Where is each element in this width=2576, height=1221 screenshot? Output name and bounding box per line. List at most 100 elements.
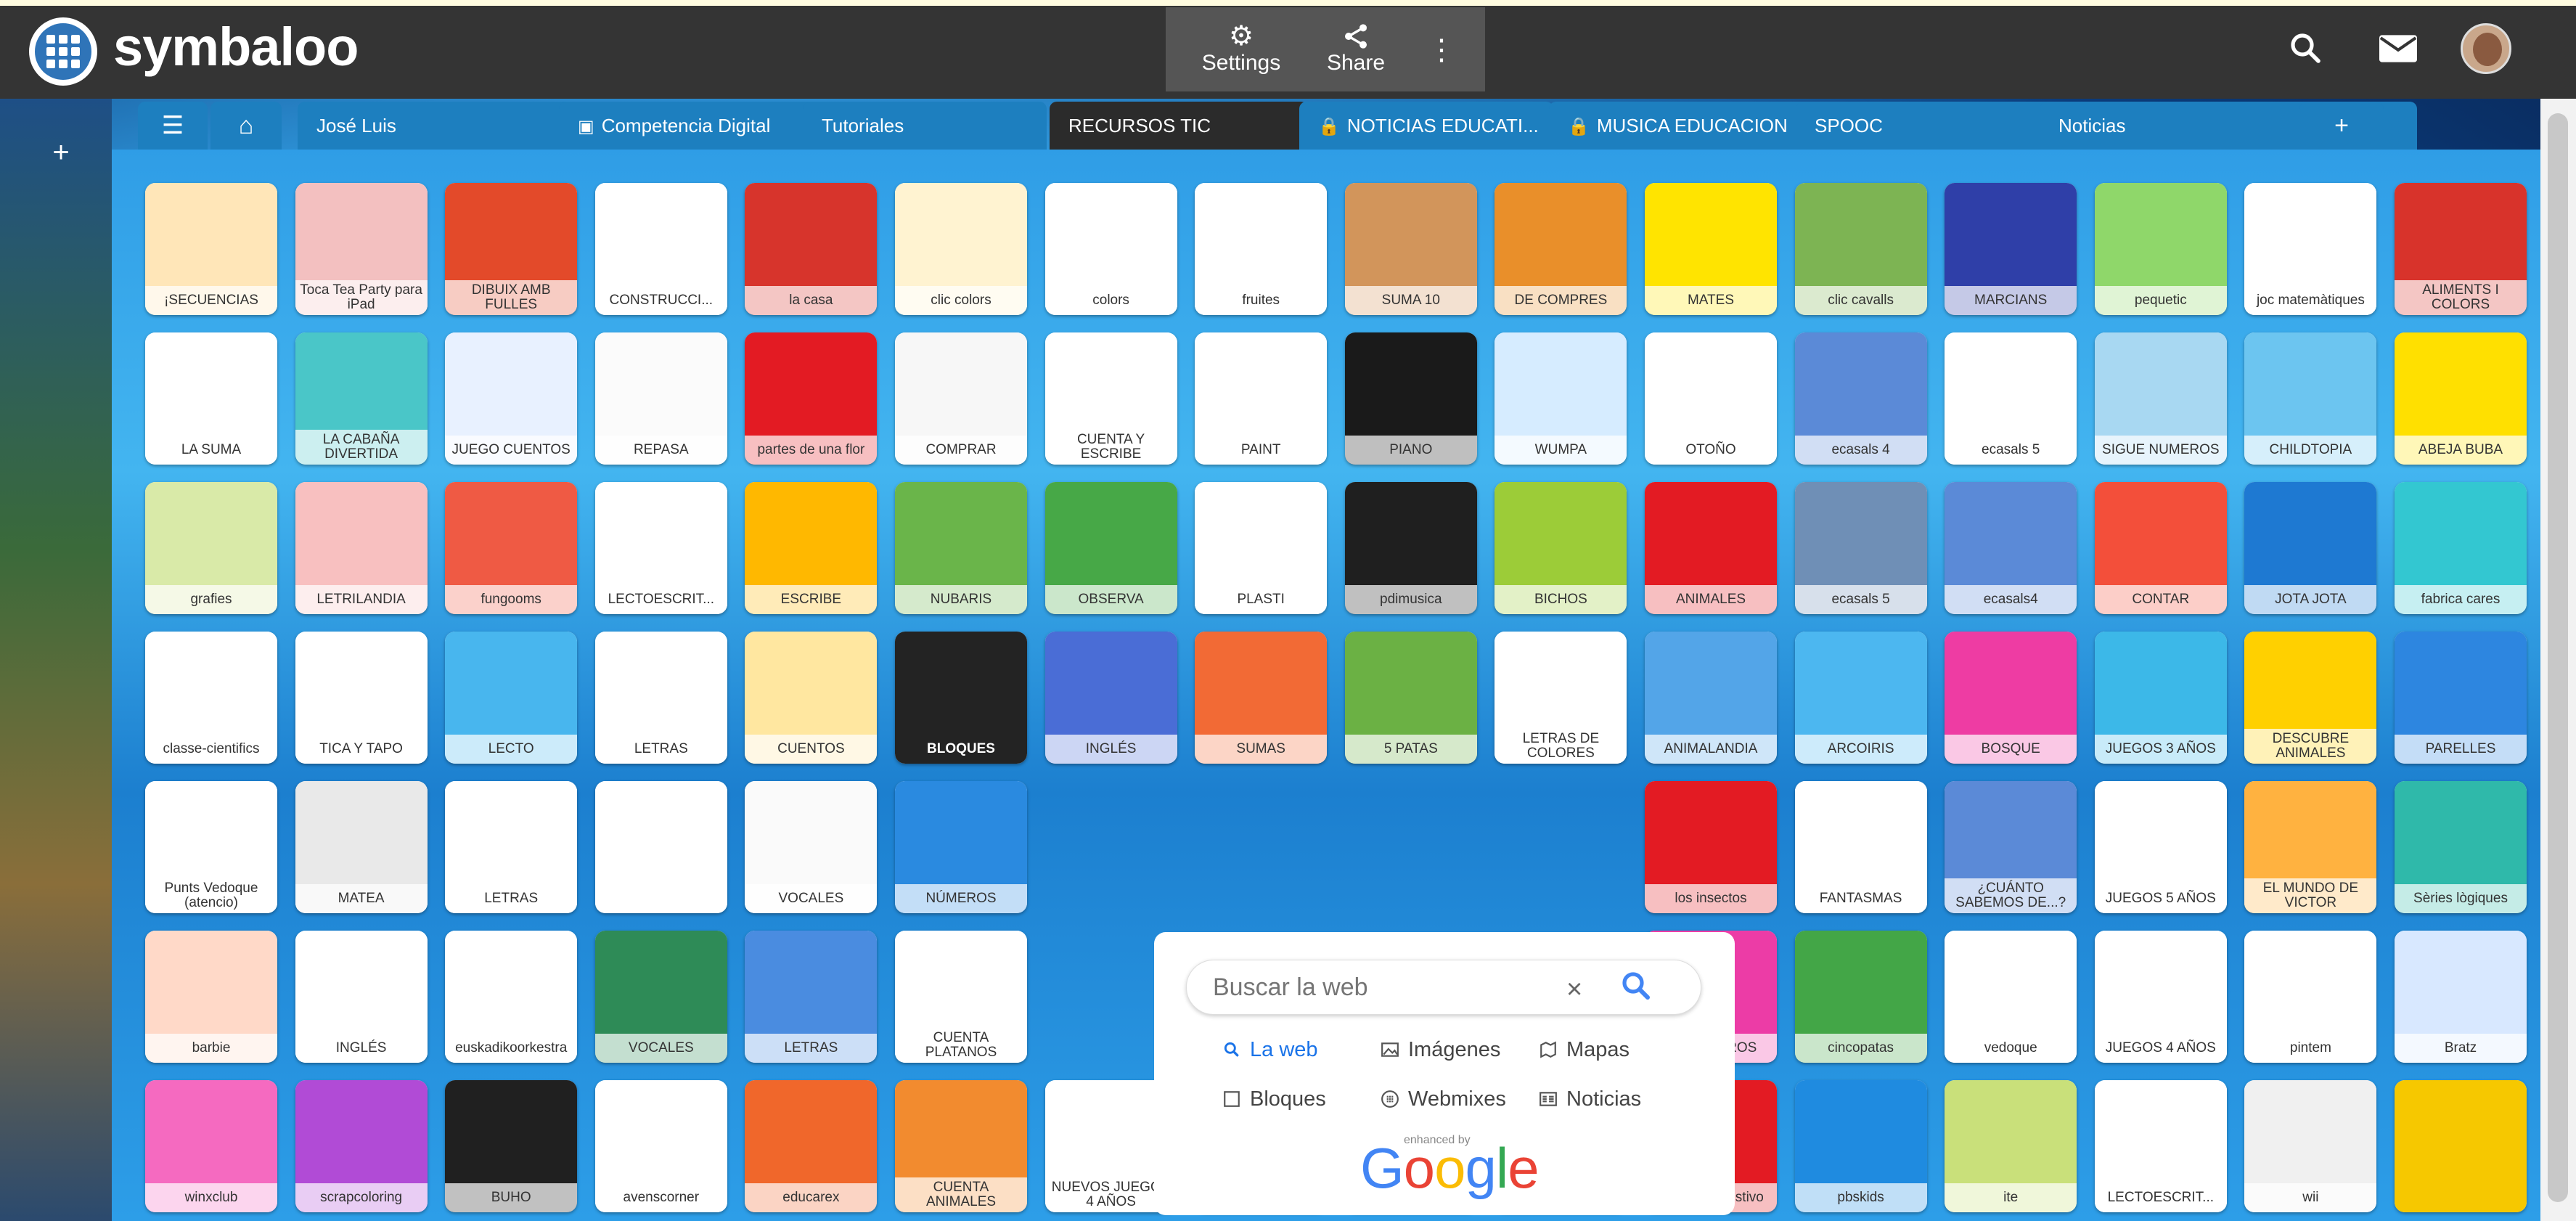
- tile[interactable]: OBSERVA: [1044, 482, 1177, 614]
- tile[interactable]: CUENTOS: [745, 632, 878, 764]
- tile[interactable]: PIANO: [1344, 332, 1477, 465]
- tile[interactable]: PAINT: [1195, 332, 1328, 465]
- tile[interactable]: Punts Vedoque (atencio): [145, 781, 277, 913]
- tile[interactable]: MATES: [1645, 183, 1777, 315]
- tile[interactable]: SUMAS: [1195, 632, 1328, 764]
- tile[interactable]: MATEA: [295, 781, 428, 913]
- tile[interactable]: ecasals 5: [1794, 482, 1927, 614]
- tile[interactable]: JOTA JOTA: [2244, 482, 2377, 614]
- tile[interactable]: scrapcoloring: [295, 1080, 428, 1212]
- tile[interactable]: clic colors: [895, 183, 1027, 315]
- tile[interactable]: cincopatas: [1794, 931, 1927, 1063]
- tile[interactable]: avenscorner: [594, 1080, 727, 1212]
- tile[interactable]: JUEGOS 4 AÑOS: [2094, 931, 2227, 1063]
- more-icon[interactable]: ⋮: [1427, 33, 1456, 67]
- tile[interactable]: INGLÉS: [1044, 632, 1177, 764]
- add-tab-button[interactable]: +: [2299, 102, 2384, 150]
- tile[interactable]: grafies: [145, 482, 277, 614]
- tile[interactable]: NÚMEROS: [895, 781, 1027, 913]
- tile[interactable]: TICA Y TAPO: [295, 632, 428, 764]
- tile[interactable]: FANTASMAS: [1794, 781, 1927, 913]
- tile[interactable]: REPASA: [594, 332, 727, 465]
- list-view-icon[interactable]: ☰: [138, 102, 208, 150]
- tile[interactable]: ANIMALANDIA: [1645, 632, 1777, 764]
- tile[interactable]: JUEGO CUENTOS: [445, 332, 578, 465]
- tile[interactable]: ecasals4: [1945, 482, 2077, 614]
- tile[interactable]: LETRILANDIA: [295, 482, 428, 614]
- tile[interactable]: fungooms: [445, 482, 578, 614]
- tile[interactable]: JUEGOS 5 AÑOS: [2094, 781, 2227, 913]
- tile[interactable]: SIGUE NUMEROS: [2094, 332, 2227, 465]
- tile[interactable]: [2395, 1080, 2527, 1212]
- tile[interactable]: BUHO: [445, 1080, 578, 1212]
- tile[interactable]: LECTOESCRIT...: [594, 482, 727, 614]
- search-option-web[interactable]: La web: [1222, 1038, 1318, 1062]
- tile[interactable]: los insectos: [1645, 781, 1777, 913]
- tile[interactable]: CONSTRUCCI...: [594, 183, 727, 315]
- tab-noticias-educati[interactable]: 🔒 NOTICIAS EDUCATI...: [1299, 102, 1553, 150]
- tab-tutoriales[interactable]: Tutoriales: [803, 102, 1047, 150]
- search-icon[interactable]: [2288, 30, 2323, 65]
- tile[interactable]: fruites: [1195, 183, 1328, 315]
- home-icon[interactable]: ⌂: [210, 102, 282, 150]
- search-icon[interactable]: [1619, 968, 1653, 1003]
- tile[interactable]: clic cavalls: [1794, 183, 1927, 315]
- tile[interactable]: COMPRAR: [895, 332, 1027, 465]
- tile[interactable]: la casa: [745, 183, 878, 315]
- tile[interactable]: pintem: [2244, 931, 2377, 1063]
- avatar[interactable]: [2461, 23, 2511, 74]
- tile[interactable]: classe-cientifics: [145, 632, 277, 764]
- search-option-webmixes[interactable]: Webmixes: [1381, 1087, 1506, 1111]
- tile[interactable]: OTOÑO: [1645, 332, 1777, 465]
- search-option-maps[interactable]: Mapas: [1539, 1038, 1630, 1062]
- tile[interactable]: NUBARIS: [895, 482, 1027, 614]
- search-option-images[interactable]: Imágenes: [1381, 1038, 1500, 1062]
- tile[interactable]: DIBUIX AMB FULLES: [445, 183, 578, 315]
- tile[interactable]: pdimusica: [1344, 482, 1477, 614]
- tile[interactable]: DESCUBRE ANIMALES: [2244, 632, 2377, 764]
- settings-button[interactable]: ⚙ Settings: [1198, 22, 1285, 75]
- tile[interactable]: barbie: [145, 931, 277, 1063]
- mail-icon[interactable]: [2379, 35, 2417, 62]
- tile[interactable]: ¿CUÁNTO SABEMOS DE...?: [1945, 781, 2077, 913]
- tile[interactable]: ALIMENTS I COLORS: [2395, 183, 2527, 315]
- tile[interactable]: LECTO: [445, 632, 578, 764]
- tile[interactable]: BICHOS: [1495, 482, 1627, 614]
- tile[interactable]: LA SUMA: [145, 332, 277, 465]
- tile[interactable]: EL MUNDO DE VICTOR: [2244, 781, 2377, 913]
- tile[interactable]: BOSQUE: [1945, 632, 2077, 764]
- tile[interactable]: JUEGOS 3 AÑOS: [2094, 632, 2227, 764]
- tile[interactable]: euskadikoorkestra: [445, 931, 578, 1063]
- tile[interactable]: fabrica cares: [2395, 482, 2527, 614]
- tile[interactable]: LECTOESCRIT...: [2094, 1080, 2227, 1212]
- tile[interactable]: PLASTI: [1195, 482, 1328, 614]
- tile[interactable]: ecasals 5: [1945, 332, 2077, 465]
- tile[interactable]: VOCALES: [745, 781, 878, 913]
- tile[interactable]: ESCRIBE: [745, 482, 878, 614]
- tile[interactable]: Bratz: [2395, 931, 2527, 1063]
- tile[interactable]: LETRAS: [745, 931, 878, 1063]
- scrollbar-thumb[interactable]: [2548, 113, 2568, 1202]
- share-button[interactable]: Share: [1320, 22, 1392, 75]
- tile[interactable]: partes de una flor: [745, 332, 878, 465]
- tile[interactable]: 5 PATAS: [1344, 632, 1477, 764]
- tile[interactable]: educarex: [745, 1080, 878, 1212]
- grid-logo-icon[interactable]: [29, 17, 97, 86]
- tile[interactable]: pbskids: [1794, 1080, 1927, 1212]
- tile[interactable]: DE COMPRES: [1495, 183, 1627, 315]
- tile[interactable]: ANIMALES: [1645, 482, 1777, 614]
- tile[interactable]: CONTAR: [2094, 482, 2227, 614]
- brand-logo[interactable]: symbaloo: [113, 16, 359, 78]
- tile[interactable]: LA CABAÑA DIVERTIDA: [295, 332, 428, 465]
- tile[interactable]: CHILDTOPIA: [2244, 332, 2377, 465]
- tile[interactable]: wii: [2244, 1080, 2377, 1212]
- tile[interactable]: Sèries lògiques: [2395, 781, 2527, 913]
- add-webmix-button[interactable]: +: [38, 129, 84, 176]
- tab-recursos-tic[interactable]: RECURSOS TIC: [1050, 102, 1308, 150]
- tile[interactable]: joc matemàtiques: [2244, 183, 2377, 315]
- tile[interactable]: ite: [1945, 1080, 2077, 1212]
- tile[interactable]: winxclub: [145, 1080, 277, 1212]
- tile[interactable]: ARCOIRIS: [1794, 632, 1927, 764]
- tile[interactable]: vedoque: [1945, 931, 2077, 1063]
- tile[interactable]: [594, 781, 727, 913]
